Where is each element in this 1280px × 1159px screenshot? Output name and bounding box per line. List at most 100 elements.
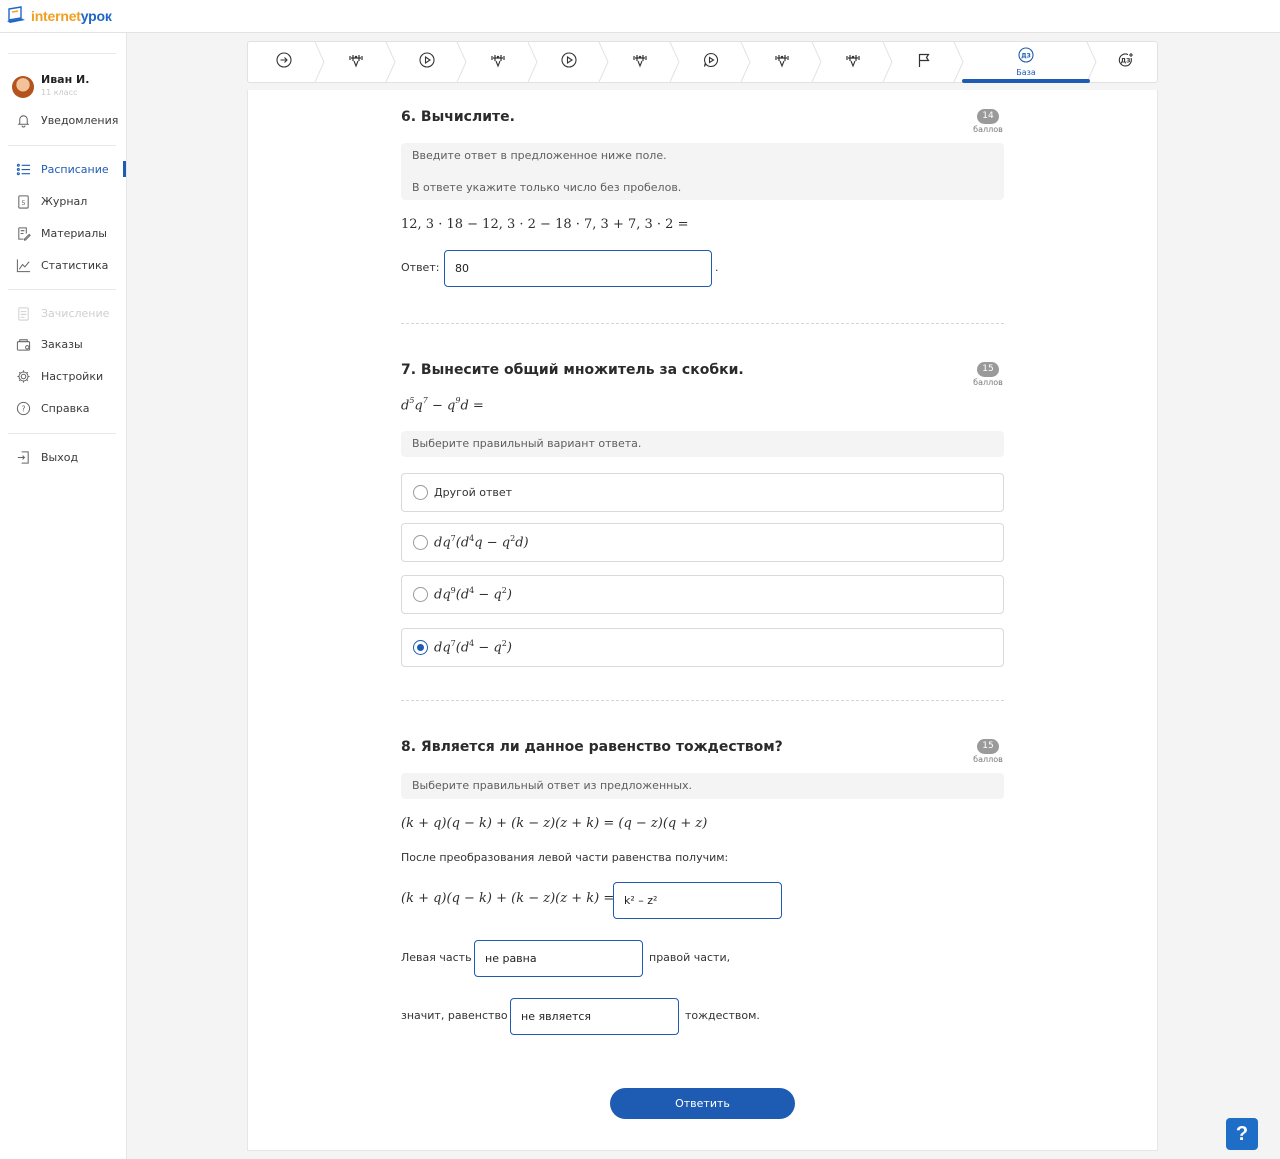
score-badge: 15 — [977, 362, 999, 377]
hint-line-2: В ответе укажите только число без пробел… — [412, 181, 682, 194]
question-6-instructions: Введите ответ в предложенное ниже поле. … — [401, 143, 1004, 200]
flag-icon — [916, 52, 932, 72]
line3-prefix: значит, равенство — [401, 1009, 508, 1022]
divider — [8, 433, 116, 434]
divider — [8, 289, 116, 290]
answer-option[interactable]: Другой ответ — [401, 473, 1004, 512]
question-6-answer-input[interactable]: 80 — [444, 250, 712, 287]
question-7-title: 7. Вынесите общий множитель за скобки. — [401, 362, 744, 378]
question-divider — [401, 323, 1004, 324]
comparison-dropdown[interactable]: не равна — [474, 940, 643, 977]
answer-label: Ответ: — [401, 261, 440, 274]
top-bar: internetурок — [0, 0, 1280, 33]
question-6-expression: 12, 3 · 18 − 12, 3 · 2 − 18 · 7, 3 + 7, … — [401, 217, 689, 232]
sidebar-item-schedule[interactable]: Расписание — [15, 159, 127, 179]
line3-suffix: тождеством. — [685, 1009, 760, 1022]
sidebar-item-enrollment: Зачисление — [15, 303, 127, 323]
left-side-expression: (k + q)(q − k) + (k − z)(z + k) = — [401, 891, 615, 906]
homework-badge: ДЗ — [1021, 53, 1031, 60]
radio-button[interactable] — [413, 485, 428, 500]
step-3[interactable] — [393, 42, 461, 82]
score-label: баллов — [973, 755, 1003, 764]
step-5[interactable] — [535, 42, 603, 82]
divider — [8, 145, 116, 146]
step-homework-extra[interactable]: ДЗ — [1094, 42, 1157, 82]
step-1[interactable] — [248, 42, 320, 82]
sidebar-item-label: Зачисление — [41, 306, 110, 320]
journal-icon: 5 — [15, 193, 31, 209]
logo-text: internetурок — [31, 8, 112, 24]
answer-option[interactable]: dq9(d4 − q2) — [401, 575, 1004, 614]
sidebar-item-logout[interactable]: Выход — [15, 447, 127, 467]
homework-plus-icon: ДЗ — [1118, 52, 1134, 72]
sidebar-item-statistics[interactable]: Статистика — [15, 255, 127, 275]
logo[interactable]: internetурок — [5, 6, 112, 26]
transform-text: После преобразования левой части равенст… — [401, 851, 729, 864]
score-badge: 15 — [977, 739, 999, 754]
sidebar-item-label: Расписание — [41, 162, 109, 176]
question-8-title: 8. Является ли данное равенство тождеств… — [401, 739, 783, 755]
sidebar-item-label: Журнал — [41, 194, 88, 208]
workout-icon — [348, 52, 364, 72]
question-8-score: 15 баллов — [968, 733, 1008, 764]
user-profile[interactable]: Иван И. 11 класс — [12, 73, 122, 99]
schedule-list-icon — [15, 161, 31, 177]
lesson-step-nav: ДЗ База ДЗ — [247, 41, 1158, 83]
step-label: База — [1016, 68, 1036, 77]
sidebar: Иван И. 11 класс Уведомления Расписание … — [0, 33, 127, 1159]
identity-dropdown[interactable]: не является — [510, 998, 679, 1035]
bell-icon — [15, 112, 31, 128]
divider — [8, 53, 116, 54]
sidebar-item-label: Настройки — [41, 369, 104, 383]
question-7-instructions: Выберите правильный вариант ответа. — [401, 431, 1004, 457]
step-10[interactable] — [890, 42, 958, 82]
step-7[interactable] — [677, 42, 745, 82]
sidebar-item-label: Статистика — [41, 258, 109, 272]
avatar[interactable] — [12, 76, 34, 98]
question-divider — [401, 700, 1004, 701]
answer-option[interactable]: dq7(d4q − q2d) — [401, 523, 1004, 562]
sidebar-item-label: Материалы — [41, 226, 107, 240]
left-side-result-field[interactable]: k² – z² — [613, 882, 782, 919]
svg-text:?: ? — [21, 404, 25, 413]
sidebar-item-notifications[interactable]: Уведомления — [15, 110, 127, 130]
hint-line-1: Введите ответ в предложенное ниже поле. — [412, 149, 667, 162]
logout-icon — [15, 449, 31, 465]
score-label: баллов — [973, 378, 1003, 387]
step-homework-base[interactable]: ДЗ База — [961, 42, 1091, 82]
workout-icon — [490, 52, 506, 72]
sidebar-item-materials[interactable]: Материалы — [15, 223, 127, 243]
user-grade: 11 класс — [41, 88, 78, 97]
line2-suffix: правой части, — [649, 951, 731, 964]
option-label: dq9(d4 − q2) — [434, 586, 512, 603]
radio-button[interactable] — [413, 535, 428, 550]
step-8[interactable] — [748, 42, 816, 82]
step-9[interactable] — [819, 42, 887, 82]
floating-help-button[interactable]: ? — [1226, 1118, 1258, 1150]
step-6[interactable] — [606, 42, 674, 82]
answer-option-selected[interactable]: dq7(d4 − q2) — [401, 628, 1004, 667]
option-label: dq7(d4q − q2d) — [434, 534, 529, 551]
homework-badge: ДЗ — [1121, 58, 1131, 65]
option-label: dq7(d4 − q2) — [434, 639, 512, 656]
submit-answer-button[interactable]: Ответить — [610, 1088, 795, 1119]
workout-icon — [632, 52, 648, 72]
sidebar-item-settings[interactable]: Настройки — [15, 366, 127, 386]
radio-button[interactable] — [413, 587, 428, 602]
question-8-instructions: Выберите правильный ответ из предложенны… — [401, 773, 1004, 799]
step-4[interactable] — [464, 42, 532, 82]
radio-button-checked[interactable] — [413, 640, 428, 655]
step-2[interactable] — [322, 42, 390, 82]
laptop-logo-icon — [5, 6, 27, 26]
play-circle-icon — [561, 52, 577, 72]
question-6-score: 14 баллов — [968, 103, 1008, 134]
question-7-score: 15 баллов — [968, 356, 1008, 387]
sidebar-item-orders[interactable]: Заказы — [15, 334, 127, 354]
sidebar-item-label: Уведомления — [41, 113, 119, 127]
score-label: баллов — [973, 125, 1003, 134]
workout-icon — [845, 52, 861, 72]
sidebar-item-journal[interactable]: 5 Журнал — [15, 191, 127, 211]
sidebar-item-label: Заказы — [41, 337, 83, 351]
current-step-indicator — [962, 79, 1090, 83]
sidebar-item-help[interactable]: ? Справка — [15, 398, 127, 418]
